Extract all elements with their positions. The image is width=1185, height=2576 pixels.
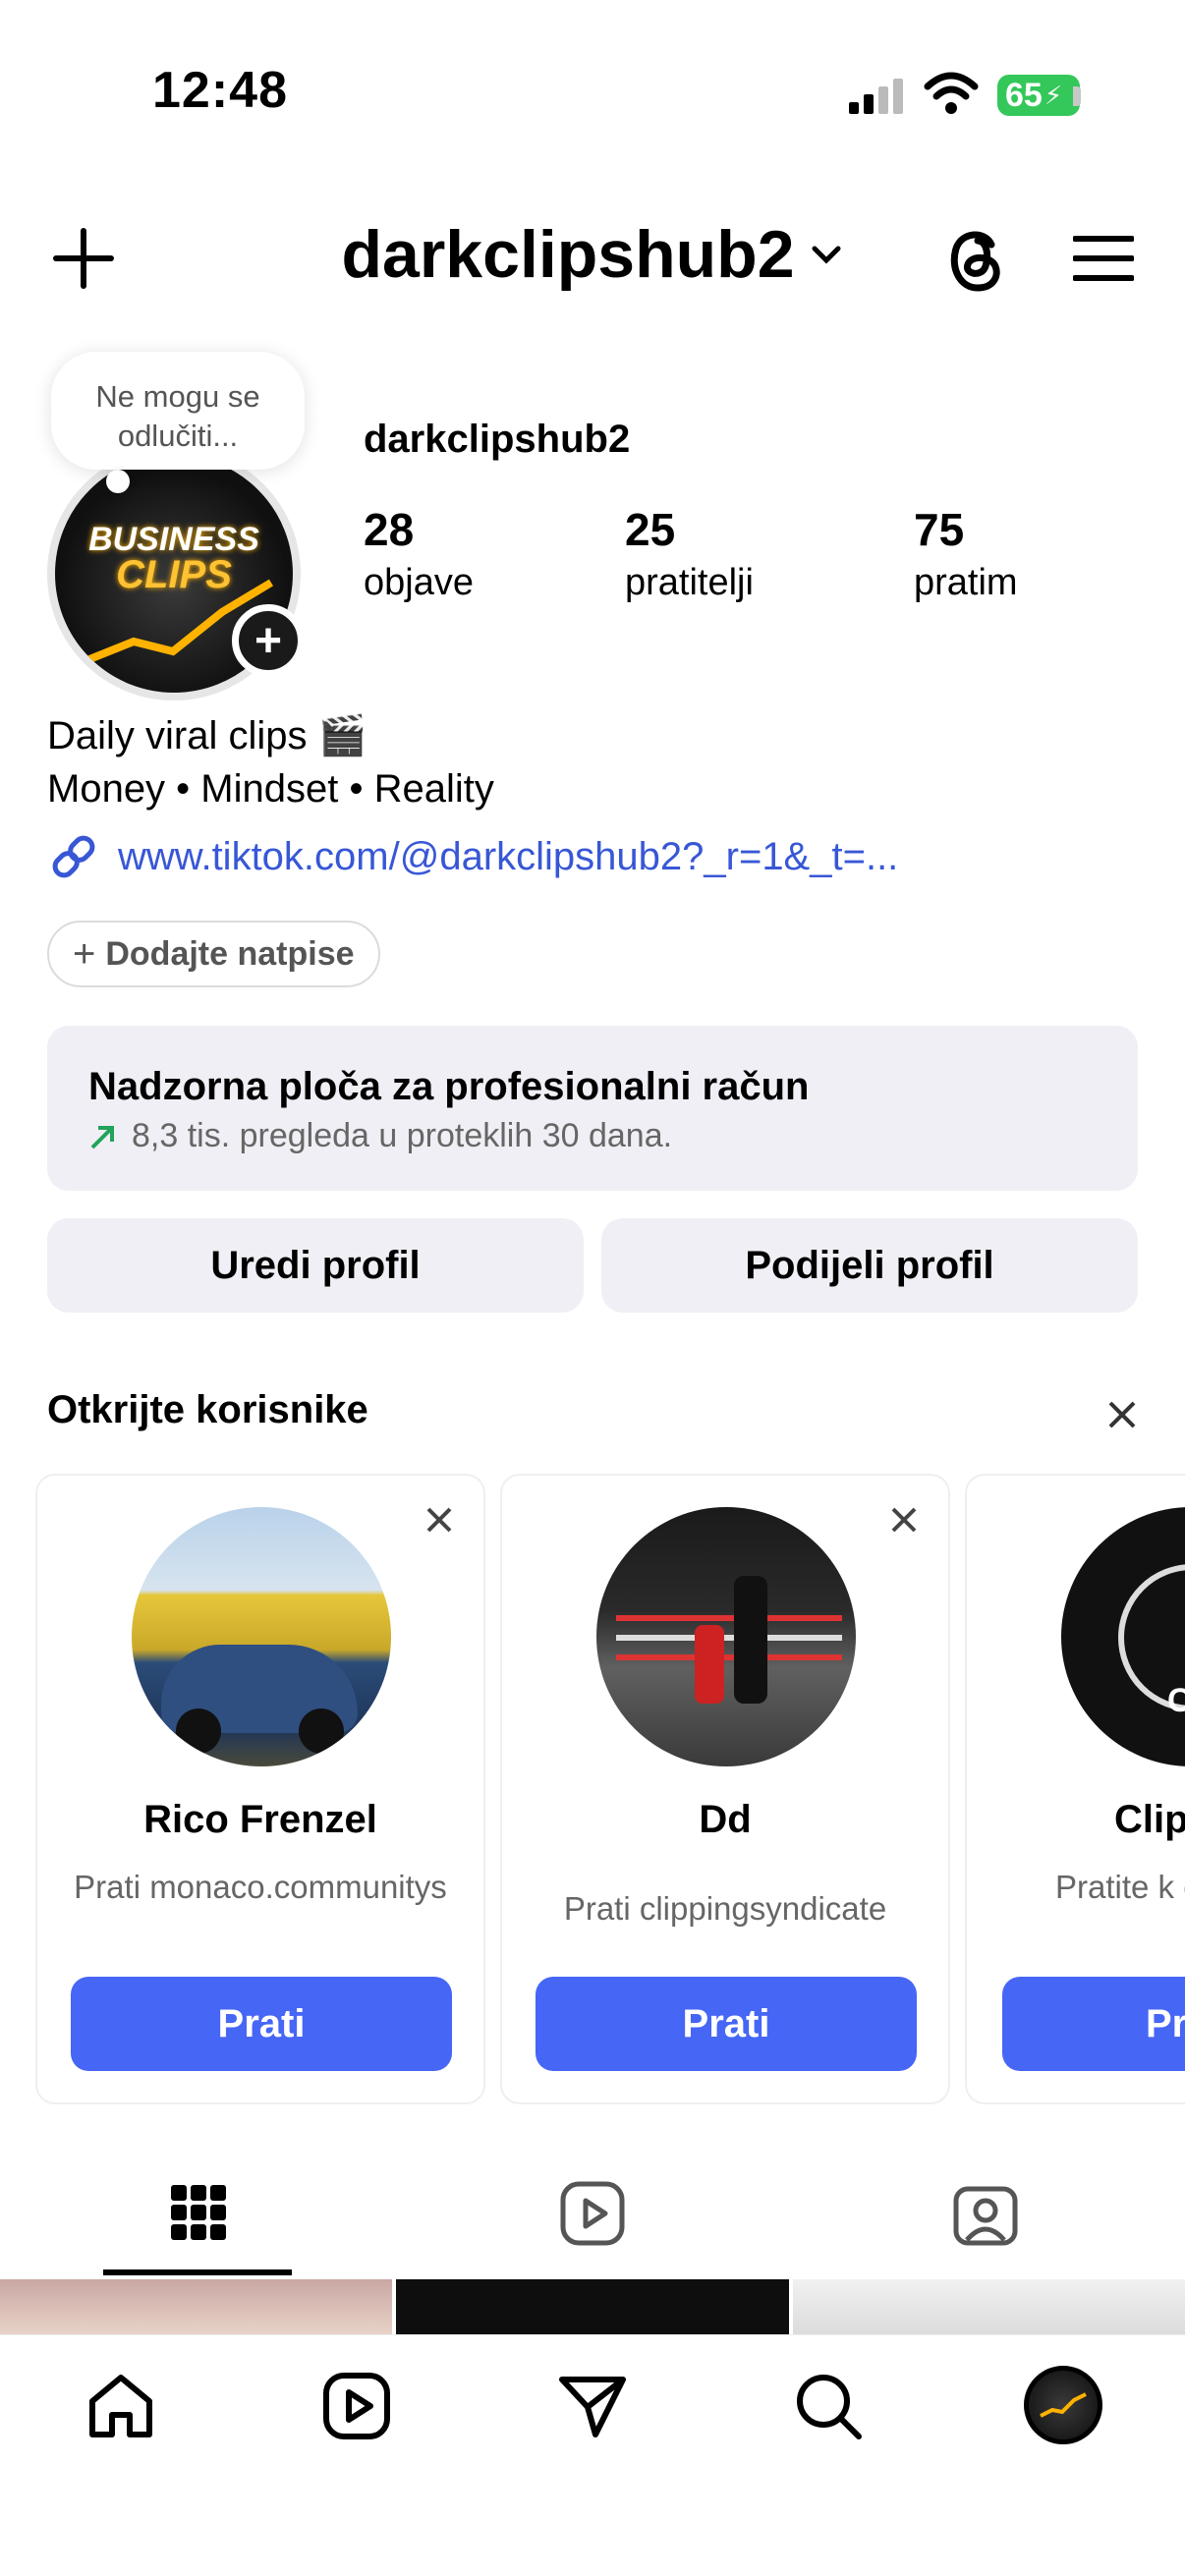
share-profile-button[interactable]: Podijeli profil [601,1218,1138,1313]
battery-indicator: 65 ⚡ [997,75,1080,116]
chevron-down-icon [812,246,841,264]
close-icon[interactable] [1100,1393,1144,1436]
add-captions-button[interactable]: + Dodajte natpise [47,921,380,987]
suggested-user-reason: Prati clippingsyndicate [563,1890,887,1927]
trend-up-icon [90,1125,114,1148]
profile-nav-avatar[interactable] [1024,2366,1102,2444]
add-story-plus-icon[interactable]: + [232,604,305,677]
threads-icon[interactable] [938,221,1013,296]
plus-icon: + [73,931,96,976]
dashboard-title: Nadzorna ploča za profesionalni račun [88,1065,810,1108]
profile-link[interactable]: www.tiktok.com/@darkclipshub2?_r=1&_t=..… [47,830,898,883]
grid-tab-icon[interactable] [167,2181,230,2244]
post-thumbnail[interactable] [0,2279,393,2334]
dismiss-icon[interactable] [879,1495,929,1544]
follow-button[interactable]: Prati [536,1977,917,2071]
home-icon[interactable] [85,2370,157,2442]
signal-icon [847,77,906,121]
tagged-tab-icon[interactable] [951,2179,1020,2248]
suggested-user-name: Clip [1114,1798,1185,1841]
wifi-icon [924,71,979,121]
suggested-user-reason: Pratite k clippings [1055,1869,1185,1905]
note-bubble-tail [106,470,130,493]
header-username: darkclipshub2 [341,217,795,292]
reels-nav-icon[interactable] [320,2370,393,2442]
search-icon[interactable] [792,2370,865,2442]
stat-followers[interactable]: 25 pratitelji [625,503,754,604]
battery-cap [1073,86,1081,106]
suggested-user-card: Dd Prati clippingsyndicate Prati [500,1474,950,2104]
suggested-user-name: Rico Frenzel [143,1798,377,1841]
post-grid [0,2279,1185,2334]
follow-button[interactable]: Prati [71,1977,452,2071]
discover-title: Otkrijte korisnike [47,1388,368,1431]
direct-messages-icon[interactable] [556,2370,629,2442]
reels-tab-icon[interactable] [558,2179,627,2248]
professional-dashboard[interactable]: Nadzorna ploča za profesionalni račun 8,… [47,1026,1138,1191]
dismiss-icon[interactable] [415,1495,464,1544]
profile-bio: Daily viral clips 🎬 Money • Mindset • Re… [47,714,494,811]
dashboard-subtitle: 8,3 tis. pregleda u proteklih 30 dana. [132,1117,673,1154]
profile-note-bubble[interactable]: Ne mogu se odlučiti... [51,352,305,470]
suggested-user-card: CLIP Clip Pratite k clippings Pr [965,1474,1185,2104]
stat-posts[interactable]: 28 objave [364,503,474,604]
suggested-user-name: Dd [699,1798,752,1841]
edit-profile-button[interactable]: Uredi profil [47,1218,584,1313]
post-thumbnail[interactable] [792,2279,1185,2334]
menu-icon[interactable] [1071,226,1136,291]
link-icon [52,835,95,878]
suggested-user-avatar[interactable] [132,1507,391,1766]
follow-button[interactable]: Pr [1002,1977,1185,2071]
suggested-user-reason: Prati monaco.communitys [74,1869,447,1905]
post-thumbnail[interactable] [396,2279,789,2334]
status-time: 12:48 [152,62,288,119]
profile-name: darkclipshub2 [364,418,631,461]
active-tab-indicator [103,2269,292,2275]
stat-following[interactable]: 75 pratim [914,503,1018,604]
suggested-user-avatar[interactable]: CLIP [1061,1507,1185,1766]
suggested-user-avatar[interactable] [596,1507,856,1766]
suggested-user-card: Rico Frenzel Prati monaco.communitys Pra… [35,1474,485,2104]
